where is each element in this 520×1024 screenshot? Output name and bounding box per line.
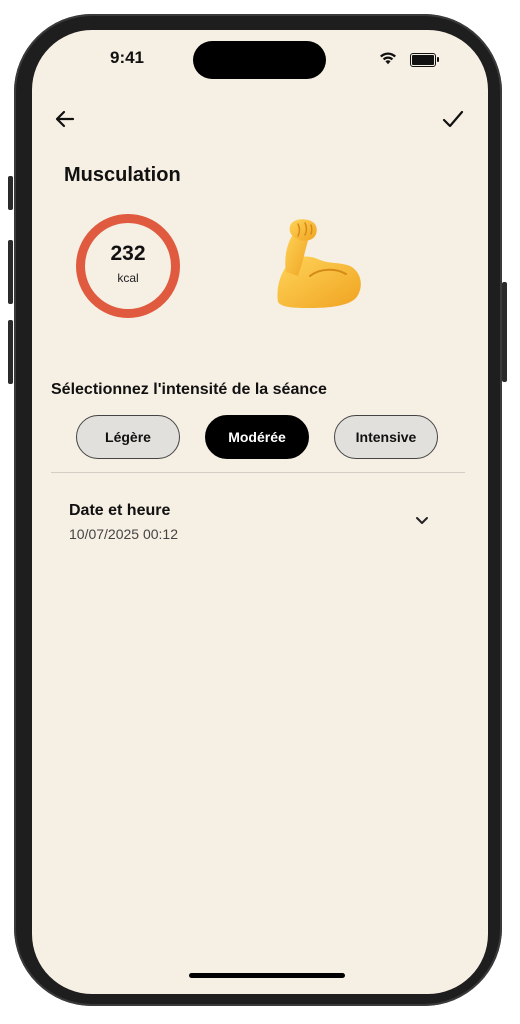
intensity-option-moderate[interactable]: Modérée	[205, 415, 309, 459]
app-screen: 9:41 Musculation 232 kcal Sélectionnez l…	[32, 30, 488, 994]
power-button	[502, 282, 507, 382]
calories-unit: kcal	[117, 271, 139, 285]
intensity-option-label: Modérée	[228, 429, 286, 445]
confirm-button[interactable]	[440, 106, 466, 132]
checkmark-icon	[442, 110, 464, 128]
volume-up-button	[8, 240, 13, 304]
divider	[51, 472, 465, 473]
intensity-option-intense[interactable]: Intensive	[334, 415, 438, 459]
arrow-left-icon	[55, 110, 75, 128]
datetime-label: Date et heure	[69, 502, 171, 519]
home-indicator[interactable]	[189, 973, 345, 978]
intensity-option-light[interactable]: Légère	[76, 415, 180, 459]
chevron-down-icon	[416, 517, 428, 524]
dynamic-island	[193, 41, 326, 79]
calories-value: 232	[110, 242, 146, 265]
battery-level	[412, 55, 434, 65]
intensity-option-label: Légère	[105, 429, 151, 445]
status-time: 9:41	[109, 48, 145, 67]
wifi-icon	[380, 52, 396, 65]
intensity-option-label: Intensive	[355, 429, 417, 445]
activity-title: Musculation	[64, 164, 181, 186]
datetime-selector[interactable]: Date et heure 10/07/2025 00:12	[51, 486, 465, 556]
battery-tip	[437, 57, 439, 62]
volume-down-button	[8, 320, 13, 384]
battery-icon	[410, 53, 439, 67]
mute-switch	[8, 176, 13, 210]
intensity-section-label: Sélectionnez l'intensité de la séance	[51, 381, 327, 398]
back-button[interactable]	[52, 106, 78, 132]
datetime-value: 10/07/2025 00:12	[69, 526, 178, 542]
flexed-biceps-emoji	[277, 219, 361, 308]
calorie-ring	[76, 214, 180, 318]
